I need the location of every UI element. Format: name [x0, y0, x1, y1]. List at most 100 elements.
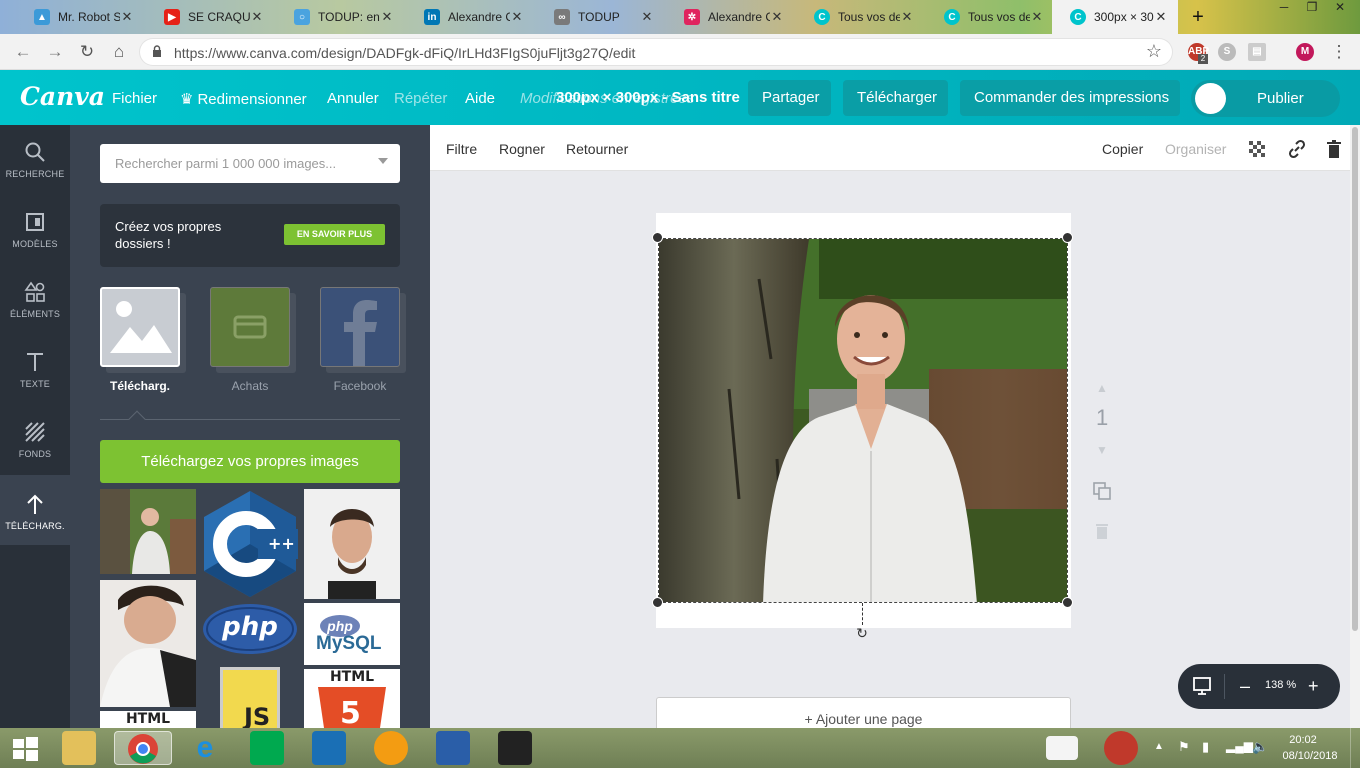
rail-item-uploads[interactable]: TÉLÉCHARG. [0, 475, 70, 545]
upload-thumbnail-photo[interactable] [100, 489, 196, 574]
resize-handle-top-left[interactable] [652, 232, 663, 243]
cpp-logo-thumbnail[interactable]: ++ [202, 489, 298, 599]
webstorm-icon[interactable] [498, 731, 532, 765]
reload-icon[interactable]: ↻ [76, 42, 98, 62]
close-icon[interactable]: ✕ [1154, 9, 1168, 25]
notification-app-icon[interactable] [1104, 731, 1138, 765]
crop-button[interactable]: Rogner [499, 141, 545, 157]
close-icon[interactable]: ✕ [1030, 9, 1044, 25]
transparency-icon[interactable] [1249, 141, 1265, 157]
share-button[interactable]: Partager [748, 80, 831, 116]
show-hidden-icons[interactable]: ▲ [1154, 741, 1164, 752]
folder-uploads[interactable] [100, 287, 186, 373]
lenovo-icon[interactable] [312, 731, 346, 765]
file-explorer-icon[interactable] [62, 731, 96, 765]
resize-handle-top-right[interactable] [1062, 232, 1073, 243]
home-icon[interactable]: ⌂ [108, 42, 130, 62]
network-icon[interactable]: ▂▄▆ [1226, 739, 1253, 753]
minimize-icon[interactable]: ─ [1270, 0, 1298, 20]
close-icon[interactable]: ✕ [250, 9, 264, 25]
battery-icon[interactable]: ▮ [1202, 739, 1209, 755]
js-logo-thumbnail[interactable]: JS [202, 659, 298, 728]
zoom-in-button[interactable]: + [1308, 676, 1319, 696]
vertical-scrollbar[interactable] [1350, 125, 1360, 728]
forward-arrow-icon[interactable]: → [44, 42, 66, 62]
restore-icon[interactable]: ❐ [1298, 0, 1326, 20]
s-extension-icon[interactable]: S [1218, 43, 1236, 61]
keyboard-icon[interactable] [1046, 736, 1078, 760]
move-page-up-icon[interactable]: ▲ [1092, 381, 1112, 401]
folder-purchases[interactable] [210, 287, 296, 373]
move-page-down-icon[interactable]: ▼ [1092, 443, 1112, 463]
selected-photo[interactable] [658, 238, 1068, 603]
rail-item-text[interactable]: TEXTE [0, 335, 70, 405]
url-bar[interactable]: https://www.canva.com/design/DADFgk-dFiQ… [140, 39, 1172, 65]
duplicate-page-icon[interactable] [1092, 481, 1112, 501]
image-search-input[interactable]: Rechercher parmi 1 000 000 images... [100, 144, 400, 183]
rotate-icon[interactable]: ↻ [854, 625, 870, 641]
browser-tab[interactable]: ▲ Mr. Robot S ✕ [16, 0, 144, 34]
canva-logo[interactable]: Canva [20, 82, 105, 111]
powershell-icon[interactable] [436, 731, 470, 765]
profile-avatar[interactable]: M [1296, 43, 1314, 61]
resize-handle-bottom-left[interactable] [652, 597, 663, 608]
back-arrow-icon[interactable]: ← [12, 42, 34, 62]
trash-icon[interactable] [1326, 140, 1342, 158]
clock-time[interactable]: 20:02 [1280, 734, 1326, 746]
bookmark-star-icon[interactable]: ☆ [1146, 41, 1162, 62]
browser-tab-active[interactable]: C 300px × 300 ✕ [1052, 0, 1178, 34]
scrollbar-thumb[interactable] [1352, 127, 1358, 631]
close-icon[interactable]: ✕ [770, 9, 784, 25]
portrait-thumbnail[interactable] [304, 489, 400, 599]
delete-page-icon[interactable] [1092, 521, 1112, 541]
resize-handle-bottom-right[interactable] [1062, 597, 1073, 608]
flip-button[interactable]: Retourner [566, 141, 628, 157]
volume-icon[interactable]: 🔈 [1252, 739, 1268, 755]
menu-kebab-icon[interactable]: ⋮ [1328, 42, 1350, 62]
link-icon[interactable] [1287, 139, 1307, 159]
folder-label-facebook[interactable]: Facebook [310, 379, 410, 393]
extension-icon[interactable]: ▤ [1248, 43, 1266, 61]
copy-button[interactable]: Copier [1102, 141, 1143, 157]
close-icon[interactable]: ✕ [900, 9, 914, 25]
zoom-out-button[interactable]: – [1240, 676, 1250, 696]
document-title[interactable]: 300px × 300px - Sans titre [556, 89, 740, 106]
menu-help[interactable]: Aide [465, 90, 495, 107]
upload-images-button[interactable]: Téléchargez vos propres images [100, 440, 400, 483]
html5-logo-thumbnail[interactable]: HTML 5 [304, 669, 400, 728]
menu-undo[interactable]: Annuler [327, 90, 379, 107]
php-mysql-logo-thumbnail[interactable]: php MySQL [304, 603, 400, 665]
rail-item-backgrounds[interactable]: FONDS [0, 405, 70, 475]
browser-tab[interactable]: C Tous vos de ✕ [796, 0, 924, 34]
rail-item-elements[interactable]: ÉLÉMENTS [0, 265, 70, 335]
close-icon[interactable]: ✕ [120, 9, 134, 25]
menu-file[interactable]: Fichier [112, 90, 157, 107]
html-logo-thumbnail[interactable]: HTML [100, 711, 196, 728]
windows-start-icon[interactable] [8, 731, 42, 765]
new-tab-button[interactable]: + [1186, 6, 1210, 28]
browser-tab[interactable]: C Tous vos de ✕ [926, 0, 1054, 34]
folder-facebook[interactable] [320, 287, 406, 373]
menu-resize[interactable]: ♛ Redimensionner [180, 90, 307, 108]
show-desktop-button[interactable] [1350, 728, 1360, 768]
close-icon[interactable]: ✕ [510, 9, 524, 25]
folder-label-uploads[interactable]: Télécharg. [90, 379, 190, 393]
filter-button[interactable]: Filtre [446, 141, 477, 157]
app-icon[interactable] [374, 731, 408, 765]
close-icon[interactable]: ✕ [380, 9, 394, 25]
browser-tab[interactable]: in Alexandre C ✕ [406, 0, 534, 34]
browser-tab[interactable]: ○ TODUP: entr ✕ [276, 0, 404, 34]
chevron-down-icon[interactable] [378, 158, 388, 164]
php-logo-thumbnail[interactable]: php [202, 603, 298, 655]
folder-label-purchases[interactable]: Achats [200, 379, 300, 393]
clock-date[interactable]: 08/10/2018 [1278, 750, 1342, 762]
close-icon[interactable]: ✕ [640, 9, 654, 25]
publish-toggle[interactable]: Publier [1191, 80, 1340, 117]
browser-tab[interactable]: ✲ Alexandre C ✕ [666, 0, 794, 34]
internet-explorer-icon[interactable]: e [188, 731, 222, 765]
present-icon[interactable] [1192, 676, 1212, 696]
close-window-icon[interactable]: ✕ [1326, 0, 1354, 20]
browser-tab[interactable]: ∞ TODUP ✕ [536, 0, 664, 34]
portrait-thumbnail[interactable] [100, 580, 196, 707]
order-prints-button[interactable]: Commander des impressions [960, 80, 1180, 116]
